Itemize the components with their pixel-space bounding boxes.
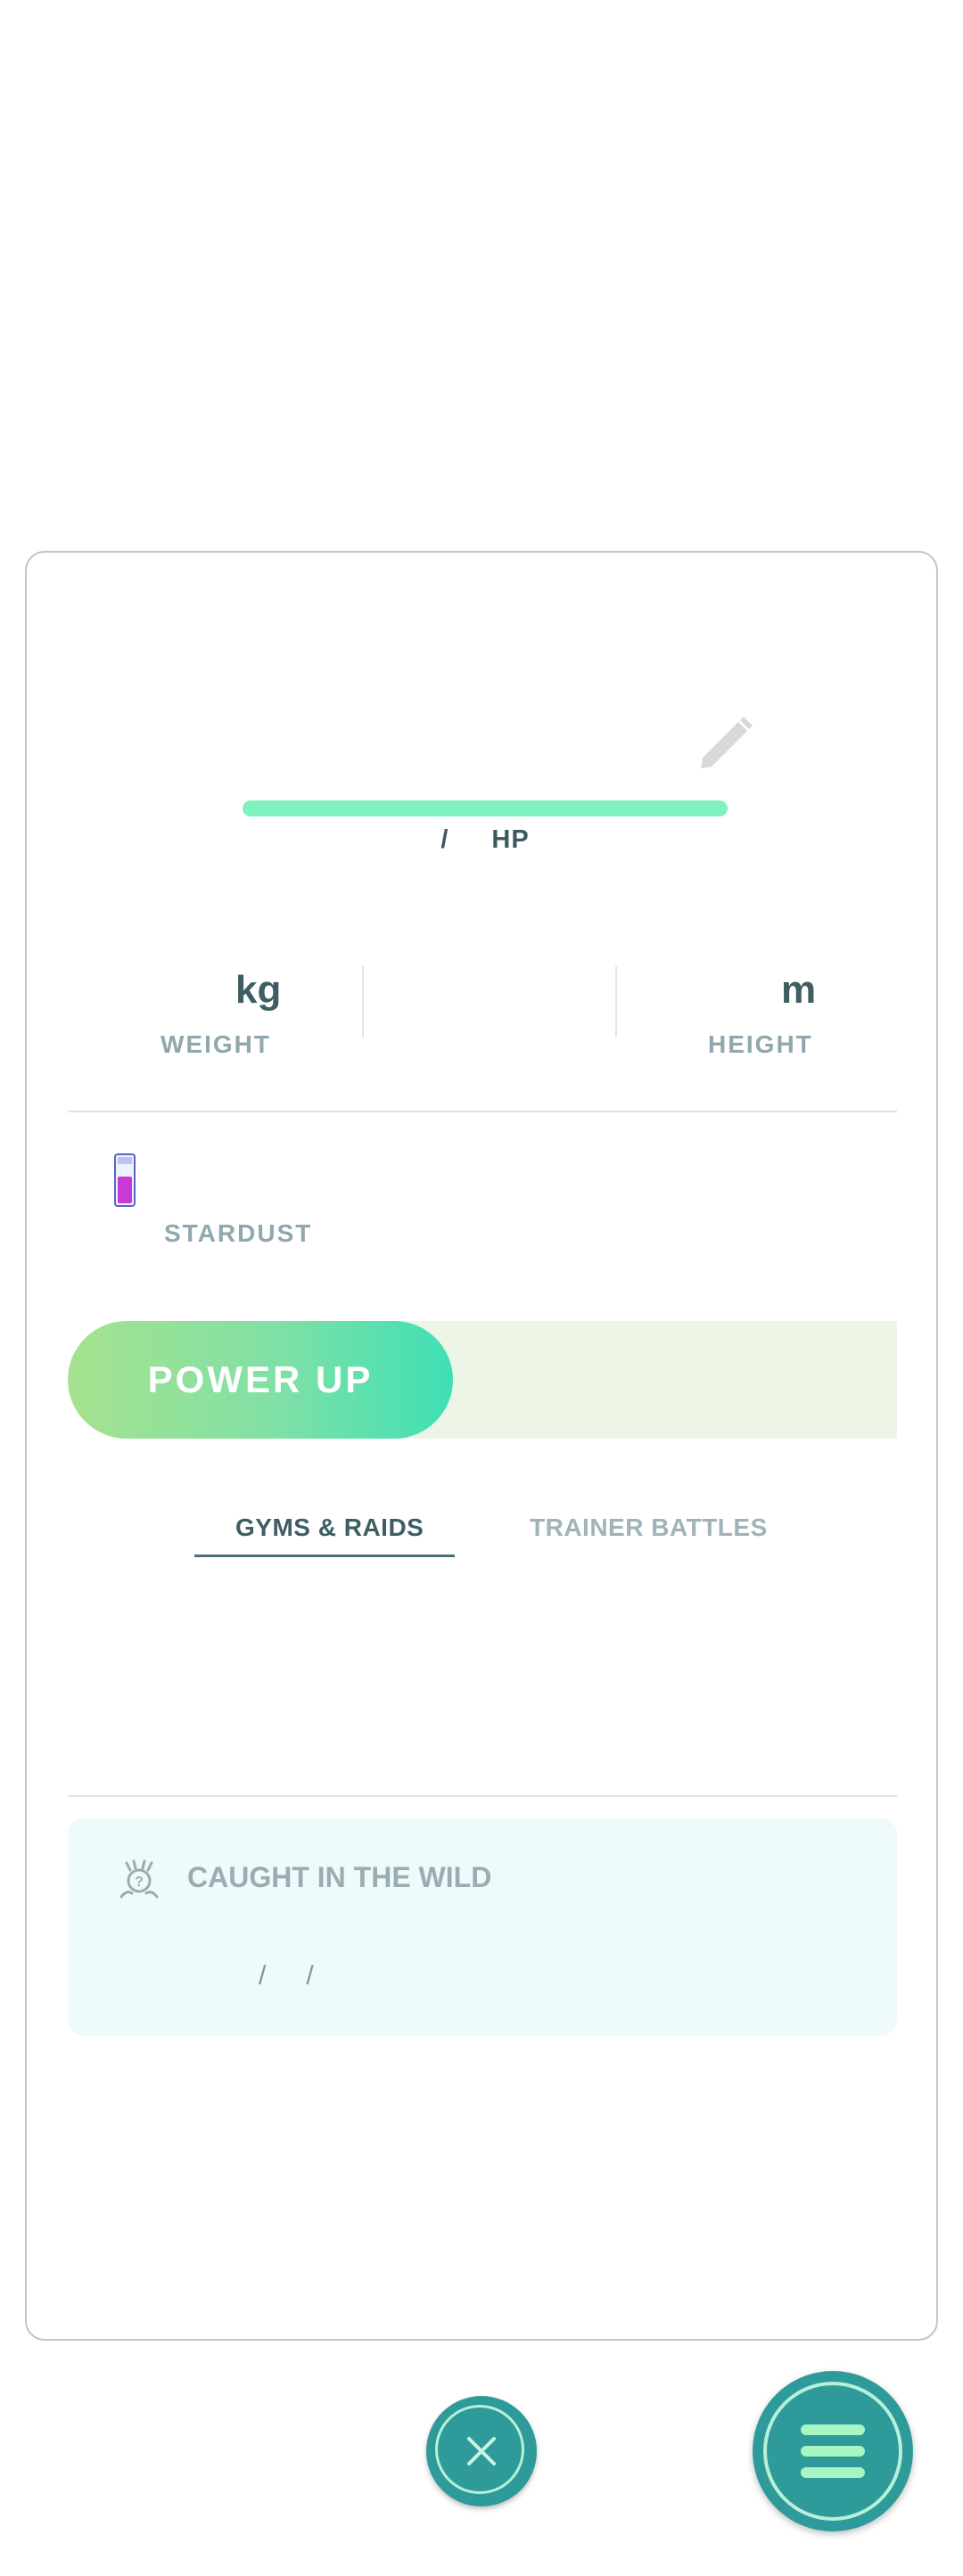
origin-panel: ? CAUGHT IN THE WILD / / bbox=[68, 1818, 897, 2036]
height-unit: m bbox=[781, 968, 817, 1012]
weight-label: WEIGHT bbox=[160, 1030, 271, 1058]
hp-unit: HP bbox=[491, 825, 530, 854]
stat-divider bbox=[362, 966, 364, 1038]
origin-date: / / bbox=[219, 1961, 315, 1991]
stat-divider bbox=[615, 966, 617, 1038]
hamburger-menu-icon bbox=[801, 2424, 865, 2478]
pencil-icon[interactable] bbox=[694, 713, 756, 775]
hp-bar bbox=[243, 800, 728, 816]
stardust-label: STARDUST bbox=[164, 1219, 313, 1247]
date-separator: / bbox=[259, 1961, 268, 1990]
weight-unit: kg bbox=[235, 968, 282, 1012]
pokemon-detail-screen: / HP kg WEIGHT m HEIGHT STARDUST POWER UP… bbox=[0, 0, 963, 2576]
close-icon bbox=[467, 2437, 496, 2465]
hp-separator: / bbox=[440, 825, 449, 854]
hp-bar-fill bbox=[243, 800, 728, 816]
tab-trainer-battles[interactable]: TRAINER BATTLES bbox=[530, 1514, 768, 1542]
main-menu-button[interactable] bbox=[753, 2371, 913, 2531]
potion-icon bbox=[114, 1153, 136, 1207]
date-separator: / bbox=[306, 1961, 315, 1990]
origin-title: CAUGHT IN THE WILD bbox=[187, 1861, 492, 1893]
svg-text:?: ? bbox=[135, 1875, 144, 1890]
close-button[interactable] bbox=[426, 2396, 537, 2506]
active-tab-indicator bbox=[194, 1555, 455, 1557]
height-label: HEIGHT bbox=[708, 1030, 813, 1058]
section-divider bbox=[68, 1795, 897, 1797]
wild-catch-icon: ? bbox=[119, 1859, 159, 1899]
power-up-button[interactable]: POWER UP bbox=[68, 1321, 453, 1439]
section-divider bbox=[68, 1111, 897, 1112]
hp-readout: / HP bbox=[243, 825, 728, 855]
tab-gyms-raids[interactable]: GYMS & RAIDS bbox=[235, 1514, 424, 1542]
detail-card: / HP kg WEIGHT m HEIGHT STARDUST POWER UP… bbox=[25, 551, 938, 2341]
